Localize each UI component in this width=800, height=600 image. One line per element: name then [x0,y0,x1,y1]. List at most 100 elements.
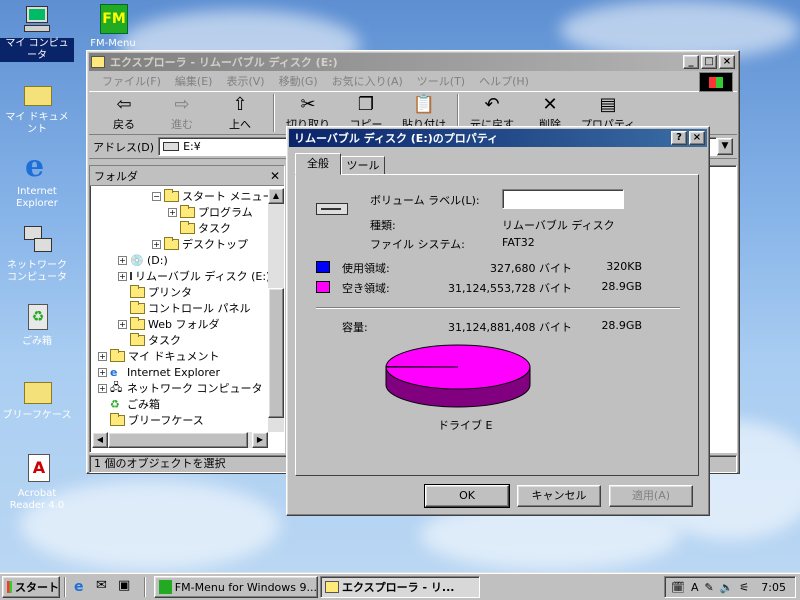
folder-pane-close-icon[interactable]: ✕ [270,169,280,183]
task-explorer[interactable]: エクスプローラ - リ... [320,576,480,598]
explorer-app-icon [91,56,105,68]
properties-dialog[interactable]: リムーバブル ディスク (E:)のプロパティ ? × 全般 ツール ボリューム … [286,126,710,516]
quick-launch-desktop-icon[interactable]: ▣ [118,578,130,593]
ok-button[interactable]: OK [424,484,510,508]
desktop-icon-acrobat[interactable]: A Acrobat Reader 4.0 [0,454,74,512]
expand-icon[interactable]: + [98,351,107,361]
explorer-title-bar[interactable]: エクスプローラ - リムーバブル ディスク (E:) _ □ × [89,53,737,71]
desktop-icon-my-documents[interactable]: マイ ドキュメント [0,78,74,136]
tab-tools[interactable]: ツール [341,156,385,175]
folder-icon [20,78,54,110]
folder-icon [164,236,179,250]
scroll-left-arrow-icon[interactable]: ◀ [92,432,108,448]
scroll-thumb[interactable] [268,288,284,418]
desktop-icon-label: ごみ箱 [22,336,52,347]
volume-label-input[interactable] [502,189,624,209]
fm-menu-icon [159,580,172,594]
used-space-caption: 使用領域: [342,262,390,275]
expand-icon[interactable]: + [152,239,161,249]
up-button[interactable]: ⇧ 上へ [211,94,269,132]
dialog-title-bar[interactable]: リムーバブル ディスク (E:)のプロパティ ? × [289,129,707,147]
tray-ime-icon[interactable]: A [691,581,699,594]
expand-icon[interactable]: + [118,271,127,281]
tab-general[interactable]: 全般 [295,153,341,175]
tree-item[interactable]: + Web フォルダ [92,316,268,332]
tree-item[interactable]: プリンタ [92,284,268,300]
properties-icon: ▤ [599,94,617,115]
menu-go[interactable]: 移動(G) [272,73,325,89]
used-space-bytes: 327,680 バイト [490,262,572,275]
computer-icon [20,4,54,36]
free-space-bytes: 31,124,553,728 バイト [448,282,572,295]
dialog-close-button[interactable]: × [689,131,705,145]
collapse-icon[interactable]: − [152,191,161,201]
menu-edit[interactable]: 編集(E) [168,73,220,89]
close-button[interactable]: × [719,55,735,69]
filesystem-value: FAT32 [502,236,535,249]
start-button[interactable]: スタート [2,576,60,598]
desktop-icon-network[interactable]: ネットワーク コンピュータ [0,226,74,284]
tray-pen-icon[interactable]: ✎ [705,581,714,594]
tree-item[interactable]: コントロール パネル [92,300,268,316]
tree-item[interactable]: ♻ ごみ箱 [92,396,268,412]
tree-item[interactable]: タスク [92,332,268,348]
desktop-icon-label: Acrobat Reader 4.0 [9,488,65,511]
tray-network-icon[interactable]: ⚟ [739,581,749,594]
scroll-up-arrow-icon[interactable]: ▲ [268,188,284,204]
quick-launch-outlook-icon[interactable]: ✉ [96,578,107,593]
desktop-icon-fm-menu[interactable]: FM FM-Menu [76,4,150,50]
forward-button[interactable]: ⇨ 進む [153,94,211,132]
task-fm-menu[interactable]: FM-Menu for Windows 9... [154,576,318,598]
tree-item[interactable]: + マイ ドキュメント [92,348,268,364]
menu-tools[interactable]: ツール(T) [410,73,472,89]
minimize-button[interactable]: _ [683,55,699,69]
menu-file[interactable]: ファイル(F) [95,73,168,89]
scroll-thumb[interactable] [108,432,248,448]
scissors-icon: ✂ [300,94,316,115]
menu-bar: ファイル(F) 編集(E) 表示(V) 移動(G) お気に入り(A) ツール(T… [89,71,737,92]
tree-item[interactable]: ブリーフケース [92,412,268,428]
divider [316,307,680,309]
recycle-bin-icon: ♻ [110,397,120,411]
expand-icon[interactable]: + [118,255,127,265]
desktop-icon-briefcase[interactable]: ブリーフケース [0,376,74,422]
web-folder-icon [130,316,145,330]
general-tab-panel: ボリューム ラベル(L): 種類: リムーバブル ディスク ファイル システム:… [295,174,699,476]
filesystem-caption: ファイル システム: [370,238,465,251]
menu-view[interactable]: 表示(V) [219,73,271,89]
menu-help[interactable]: ヘルプ(H) [472,73,536,89]
tree-item[interactable]: タスク [92,220,268,236]
tray-scheduler-icon[interactable]: 🗓 [671,581,685,594]
tree-item[interactable]: + リムーバブル ディスク (E:) [92,268,268,284]
capacity-bytes: 31,124,881,408 バイト [448,321,572,334]
system-tray: 🗓 A ✎ 🔈 ⚟ 7:05 [664,576,796,598]
tree-vertical-scrollbar[interactable]: ▲ [268,188,284,432]
tree-item[interactable]: + プログラム [92,204,268,220]
desktop-icon-recycle-bin[interactable]: ♻ ごみ箱 [0,302,74,348]
expand-icon[interactable]: + [118,319,127,329]
free-space-size: 28.9GB [601,280,642,293]
desktop-icon-internet-explorer[interactable]: e Internet Explorer [0,152,74,210]
cancel-button[interactable]: キャンセル [517,485,601,507]
back-button[interactable]: ⇦ 戻る [95,94,153,132]
apply-button[interactable]: 適用(A) [609,485,693,507]
address-dropdown-button[interactable]: ▼ [717,138,733,155]
clock[interactable]: 7:05 [761,581,786,594]
expand-icon[interactable]: + [98,383,107,393]
expand-icon[interactable]: + [98,367,107,377]
tree-item[interactable]: − スタート メニュー [92,188,268,204]
scroll-right-arrow-icon[interactable]: ▶ [252,432,268,448]
tree-item[interactable]: + デスクトップ [92,236,268,252]
maximize-button[interactable]: □ [701,55,717,69]
tree-item[interactable]: + 💿 (D:) [92,252,268,268]
desktop-icon-my-computer[interactable]: マイ コンピュータ [0,4,74,62]
help-button[interactable]: ? [671,131,687,145]
taskbar-separator [144,577,146,597]
quick-launch-ie-icon[interactable]: e [74,579,84,595]
tree-item[interactable]: + 🖧 ネットワーク コンピュータ [92,380,268,396]
tray-volume-icon[interactable]: 🔈 [720,581,734,594]
menu-favorites[interactable]: お気に入り(A) [325,73,410,89]
tree-horizontal-scrollbar[interactable]: ◀ ▶ [92,432,268,448]
internet-explorer-icon: e [110,365,118,379]
expand-icon[interactable]: + [168,207,177,217]
